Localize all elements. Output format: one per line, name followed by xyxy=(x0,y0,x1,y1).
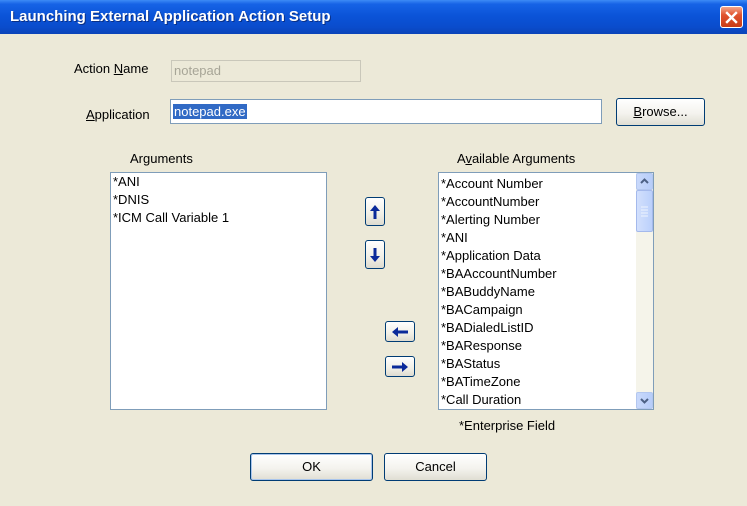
close-button[interactable] xyxy=(720,6,743,28)
list-item[interactable]: *Call Duration xyxy=(439,391,636,409)
window-title: Launching External Application Action Se… xyxy=(10,8,331,25)
move-down-button[interactable] xyxy=(365,240,385,269)
arguments-list[interactable]: *ANI *DNIS *ICM Call Variable 1 xyxy=(110,172,327,410)
enterprise-field-footnote: *Enterprise Field xyxy=(459,418,556,433)
add-argument-button[interactable] xyxy=(385,321,415,342)
scroll-thumb[interactable] xyxy=(636,190,653,232)
move-up-button[interactable] xyxy=(365,197,385,226)
list-item[interactable]: *BAAccountNumber xyxy=(439,265,636,283)
available-arguments-heading: Available Arguments xyxy=(457,151,576,166)
arguments-heading: Arguments xyxy=(130,151,193,166)
list-item[interactable]: *BADialedListID xyxy=(439,319,636,337)
list-item[interactable]: *BATimeZone xyxy=(439,373,636,391)
list-item[interactable]: *ANI xyxy=(439,229,636,247)
ok-button[interactable]: OK xyxy=(250,453,373,481)
list-item[interactable]: *DNIS xyxy=(111,191,326,209)
chevron-up-icon xyxy=(640,178,649,184)
list-item[interactable]: *ANI xyxy=(111,173,326,191)
scroll-up-button[interactable] xyxy=(636,173,653,190)
list-item[interactable]: *BAStatus xyxy=(439,355,636,373)
arrow-down-icon xyxy=(370,247,380,262)
arrow-up-icon xyxy=(370,204,380,219)
list-item[interactable]: *BACampaign xyxy=(439,301,636,319)
cancel-button[interactable]: Cancel xyxy=(384,453,487,481)
arrow-left-icon xyxy=(392,326,408,337)
list-item[interactable]: *BABuddyName xyxy=(439,283,636,301)
vertical-scrollbar[interactable] xyxy=(636,173,653,409)
application-input[interactable]: notepad.exe xyxy=(170,99,602,124)
remove-argument-button[interactable] xyxy=(385,356,415,377)
available-arguments-list[interactable]: *Account Number *AccountNumber *Alerting… xyxy=(438,172,654,410)
list-item[interactable]: *BAResponse xyxy=(439,337,636,355)
close-icon xyxy=(725,11,738,24)
list-item[interactable]: *ICM Call Variable 1 xyxy=(111,209,326,227)
grip-icon xyxy=(641,206,648,217)
title-bar[interactable]: Launching External Application Action Se… xyxy=(0,0,747,34)
list-item[interactable]: *Application Data xyxy=(439,247,636,265)
list-item[interactable]: *Alerting Number xyxy=(439,211,636,229)
action-name-field: notepad xyxy=(171,60,361,82)
chevron-down-icon xyxy=(640,398,649,404)
application-label: Application xyxy=(86,107,150,122)
scroll-down-button[interactable] xyxy=(636,392,653,409)
dialog-window: Launching External Application Action Se… xyxy=(0,0,747,506)
browse-button[interactable]: Browse... xyxy=(616,98,705,126)
application-selected-text: notepad.exe xyxy=(173,104,247,119)
arrow-right-icon xyxy=(392,361,408,372)
action-name-label: Action Name xyxy=(74,61,149,76)
list-item[interactable]: *AccountNumber xyxy=(439,193,636,211)
list-item[interactable]: *Account Number xyxy=(439,175,636,193)
